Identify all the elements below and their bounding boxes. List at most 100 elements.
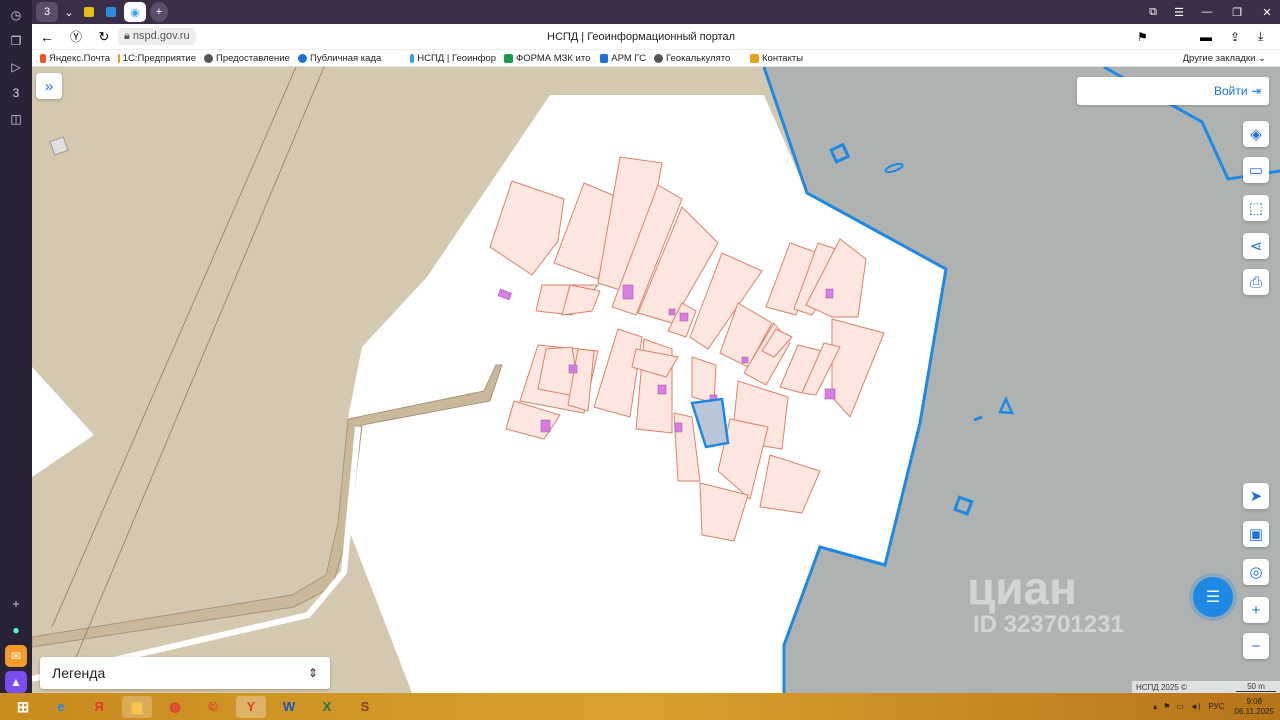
play-icon[interactable]: ▷: [5, 56, 27, 78]
tab-pinned-1[interactable]: [80, 2, 98, 22]
chat-icon: ☰: [1205, 589, 1221, 606]
collections-icon[interactable]: ❐: [5, 30, 27, 52]
windows-start-icon[interactable]: ⊞: [8, 696, 38, 718]
share-button[interactable]: ⋖: [1243, 233, 1269, 259]
building: [668, 308, 676, 316]
contacts-icon: [750, 53, 759, 63]
bookmark-item[interactable]: АРМ ГС: [600, 53, 646, 64]
tab-counter[interactable]: 3: [36, 2, 58, 22]
excel-icon[interactable]: X: [312, 696, 342, 718]
map-canvas[interactable]: » Войти ⇥ ◈ ▭ ⬚ ⋖ ⎙ ➤ ▣ ◎ + − ☰ циан ID …: [32, 67, 1280, 693]
yandex-icon[interactable]: Ⓨ: [62, 28, 90, 45]
bookmark-item[interactable]: Геокалькулято: [654, 53, 742, 64]
download-icon[interactable]: ⤓: [1258, 29, 1263, 44]
page-title: НСПД | Геоинформационный портал: [547, 30, 736, 43]
tab-active[interactable]: ◉: [124, 2, 146, 22]
1c-icon: [118, 53, 120, 63]
watermark: циан ID 323701231: [967, 562, 1124, 638]
ie-icon[interactable]: e: [46, 696, 76, 718]
arm-icon: [600, 53, 609, 63]
tab-pinned-2[interactable]: [102, 2, 120, 22]
browser-side-panel: ◷ ❐ ▷ 3 ◫ + ● ✉ ▲: [0, 0, 32, 693]
chrome-icon[interactable]: ◍: [160, 696, 190, 718]
app-icon[interactable]: ©: [198, 696, 228, 718]
form-icon: [504, 53, 513, 63]
url-field[interactable]: 🔒︎ nspd.gov.ru: [118, 28, 196, 45]
other-bookmarks[interactable]: Другие закладки ⌄: [1183, 53, 1266, 64]
bookmark-item[interactable]: Предоставление: [204, 53, 290, 64]
network-icon[interactable]: ▭: [1176, 702, 1184, 711]
add-panel-icon[interactable]: +: [5, 593, 27, 615]
bookmark-item[interactable]: ФОРМА МЗК ито: [504, 53, 592, 64]
expand-panel-button[interactable]: »: [36, 73, 62, 99]
select-area-button[interactable]: ⬚: [1243, 195, 1269, 221]
zoom-in-button[interactable]: +: [1243, 597, 1269, 623]
address-bar: ← Ⓨ ↻ 🔒︎ nspd.gov.ru НСПД | Геоинформаци…: [32, 24, 1280, 50]
tabs-overview-icon[interactable]: ⧉: [1142, 2, 1164, 22]
tab-dropdown-icon[interactable]: ⌄: [62, 2, 76, 22]
tab-bar: 3 ⌄ ◉ + ⧉ ☰ — ❐ ✕: [32, 0, 1280, 24]
word-icon[interactable]: W: [274, 696, 304, 718]
alice-icon[interactable]: ●: [5, 619, 27, 641]
legend-dropdown[interactable]: Легенда ⇕: [40, 657, 330, 689]
bookmark-item[interactable]: Публичная када: [298, 53, 402, 64]
ruler-button[interactable]: ▭: [1243, 157, 1269, 183]
building: [679, 312, 689, 322]
chat-button[interactable]: ☰: [1193, 577, 1233, 617]
volume-icon[interactable]: ◄): [1190, 702, 1201, 711]
maximize-button[interactable]: ❐: [1224, 2, 1250, 22]
taskbar: ⊞ e Я ▆ ◍ © Y W X S ▴ ⚑ ▭ ◄) РУС 9:08 06…: [0, 693, 1280, 720]
menu-icon[interactable]: ☰: [1168, 2, 1190, 22]
bookmark-item[interactable]: 1С:Предприятие: [118, 53, 196, 64]
screenshot-icon[interactable]: ◫: [5, 108, 27, 130]
zoom-out-button[interactable]: −: [1243, 633, 1269, 659]
bookmark-item[interactable]: НСПД | Геоинфор: [410, 53, 496, 64]
app-s-icon[interactable]: S: [350, 696, 380, 718]
expand-icon: ⇕: [307, 666, 318, 680]
small-plot: [49, 136, 69, 156]
share-icon[interactable]: ⇪: [1230, 30, 1240, 44]
tray-arrow-icon[interactable]: ▴: [1153, 702, 1157, 711]
bookmark-item[interactable]: Яндекс.Почта: [40, 53, 110, 64]
system-tray: ▴ ⚑ ▭ ◄) РУС 9:08 06.11.2025: [1153, 696, 1274, 717]
clock[interactable]: 9:08 06.11.2025: [1235, 697, 1274, 717]
print-button[interactable]: ⎙: [1243, 269, 1269, 295]
bookmark-icon[interactable]: ⚑: [1137, 30, 1148, 44]
bookmarks-bar: Яндекс.Почта 1С:Предприятие Предоставлен…: [32, 50, 1280, 67]
building: [825, 288, 834, 299]
road-edge: [32, 426, 361, 682]
minimap-button[interactable]: ▣: [1243, 521, 1269, 547]
login-icon: ⇥: [1250, 84, 1261, 98]
building: [657, 384, 667, 395]
mail-icon[interactable]: ✉: [5, 645, 27, 667]
land-boundary-line: [51, 67, 297, 628]
flag-icon[interactable]: ⚑: [1163, 702, 1170, 711]
bookmark-item[interactable]: Контакты: [750, 53, 810, 64]
globe-icon: [654, 53, 663, 63]
assistant-icon[interactable]: ▲: [5, 671, 27, 693]
minimize-button[interactable]: —: [1194, 2, 1220, 22]
yandex-browser-icon[interactable]: Y: [236, 695, 266, 718]
history-icon[interactable]: ◷: [5, 4, 27, 26]
land-boundary-line: [71, 67, 325, 668]
close-button[interactable]: ✕: [1254, 2, 1280, 22]
back-icon[interactable]: ←: [32, 29, 62, 45]
layers-button[interactable]: ◈: [1243, 121, 1269, 147]
lock-icon: 🔒︎: [124, 30, 133, 42]
building: [568, 364, 578, 374]
counter-icon[interactable]: 3: [5, 82, 27, 104]
extension-icon[interactable]: ▬: [1200, 30, 1212, 44]
building: [540, 419, 551, 433]
globe-icon: [204, 53, 213, 63]
reload-icon[interactable]: ↻: [90, 29, 118, 45]
geolocation-button[interactable]: ◎: [1243, 559, 1269, 585]
nspd-icon: [410, 53, 415, 63]
locate-button[interactable]: ➤: [1243, 483, 1269, 509]
login-button[interactable]: Войти ⇥: [1077, 77, 1269, 105]
building: [674, 422, 683, 433]
explorer-icon[interactable]: ▆: [122, 695, 152, 718]
scale-bar: НСПД 2025 © 50 m: [1132, 681, 1280, 693]
cadastre-icon: [298, 53, 307, 63]
new-tab-button[interactable]: +: [150, 2, 168, 22]
yandex-icon[interactable]: Я: [84, 696, 114, 718]
